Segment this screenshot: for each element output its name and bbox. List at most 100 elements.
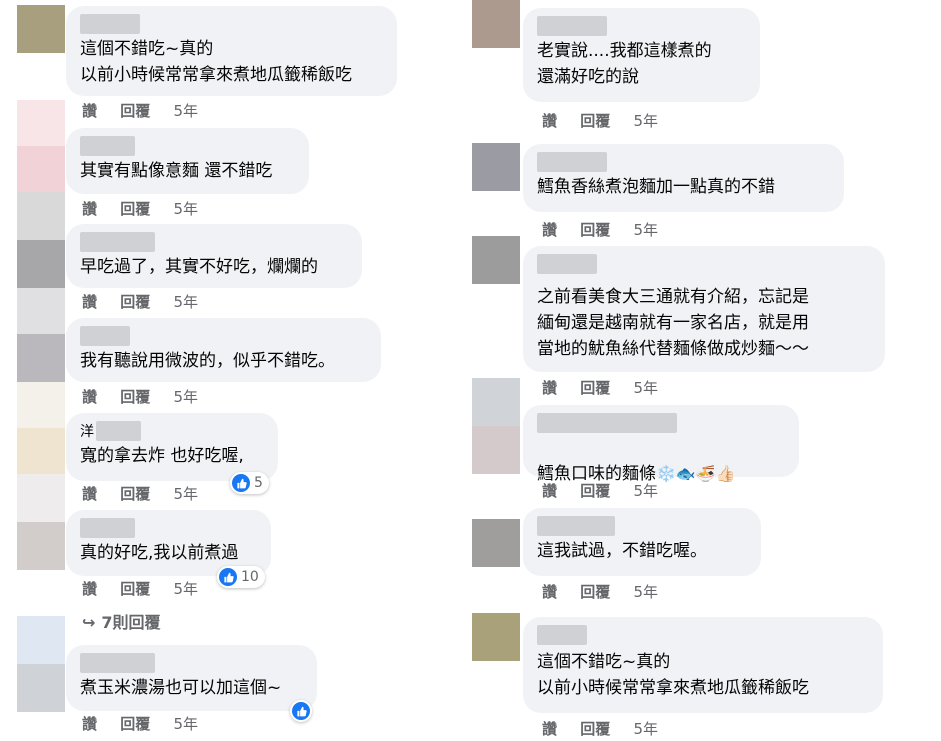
avatar[interactable] — [472, 143, 520, 191]
reply-button[interactable]: 回覆 — [120, 485, 150, 503]
avatar[interactable] — [17, 382, 65, 430]
like-button[interactable]: 讚 — [542, 482, 557, 500]
reply-button[interactable]: 回覆 — [120, 200, 150, 218]
comment-actions: 讚 回覆 5年 — [542, 110, 676, 131]
avatar[interactable] — [472, 0, 520, 48]
timestamp[interactable]: 5年 — [634, 482, 659, 500]
commenter-name[interactable] — [80, 326, 130, 346]
comment-bubble: 其實有點像意麵 還不錯吃 — [66, 128, 309, 194]
avatar[interactable] — [17, 522, 65, 570]
like-button[interactable]: 讚 — [82, 293, 97, 311]
comment-text: 真的好吃,我以前煮過 — [80, 543, 239, 563]
like-button[interactable]: 讚 — [82, 580, 97, 598]
reply-button[interactable]: 回覆 — [120, 293, 150, 311]
avatar[interactable] — [17, 288, 65, 336]
reply-button[interactable]: 回覆 — [120, 715, 150, 733]
like-button[interactable]: 讚 — [542, 583, 557, 601]
reply-button[interactable]: 回覆 — [580, 221, 610, 239]
commenter-name[interactable] — [80, 136, 135, 156]
like-button[interactable]: 讚 — [542, 379, 557, 397]
comment-bubble: 這個不錯吃~真的 以前小時候常常拿來煮地瓜籤稀飯吃 — [66, 6, 397, 96]
like-button[interactable]: 讚 — [82, 485, 97, 503]
commenter-name[interactable] — [537, 152, 607, 172]
comment-actions: 讚 回覆 5年 — [542, 219, 676, 240]
comment-text: 寬的拿去炸 也好吃喔, — [80, 446, 244, 466]
avatar[interactable] — [17, 5, 65, 53]
timestamp[interactable]: 5年 — [174, 102, 199, 120]
avatar[interactable] — [17, 334, 65, 382]
commenter-name[interactable] — [80, 14, 140, 34]
commenter-name[interactable] — [537, 254, 597, 274]
avatar[interactable] — [472, 613, 520, 661]
commenter-name[interactable] — [80, 653, 155, 673]
reply-button[interactable]: 回覆 — [580, 482, 610, 500]
avatar[interactable] — [17, 192, 65, 240]
like-button[interactable]: 讚 — [542, 720, 557, 738]
comment-bubble: 之前看美食大三通就有介紹，忘記是 緬甸還是越南就有一家名店，就是用 當地的魷魚絲… — [523, 246, 885, 372]
comment-bubble: 我有聽說用微波的，似乎不錯吃。 — [66, 318, 381, 382]
avatar[interactable] — [472, 236, 520, 284]
avatar[interactable] — [17, 428, 65, 476]
comment-actions: 讚 回覆 5年 — [542, 581, 676, 602]
comment-bubble: 鱈魚香絲煮泡麵加一點真的不錯 — [523, 144, 844, 212]
timestamp[interactable]: 5年 — [634, 112, 659, 130]
avatar[interactable] — [17, 100, 65, 146]
view-replies-link[interactable]: ↪ 7則回覆 — [82, 609, 161, 633]
comment-actions: 讚 回覆 5年 — [82, 386, 216, 407]
like-button[interactable]: 讚 — [82, 200, 97, 218]
comment-bubble: 早吃過了，其實不好吃，爛爛的 — [66, 224, 362, 288]
reply-button[interactable]: 回覆 — [120, 388, 150, 406]
avatar[interactable] — [17, 146, 65, 192]
avatar[interactable] — [17, 474, 65, 522]
commenter-name[interactable] — [537, 413, 677, 433]
avatar[interactable] — [472, 378, 520, 426]
comment-actions: 讚 回覆 5年 — [82, 713, 216, 734]
commenter-name[interactable] — [537, 16, 607, 36]
reaction-count[interactable]: 5 — [230, 472, 269, 494]
thumbs-up-icon — [219, 568, 237, 586]
avatar[interactable] — [17, 240, 65, 288]
commenter-name[interactable] — [80, 232, 155, 252]
reply-button[interactable]: 回覆 — [580, 112, 610, 130]
commenter-name[interactable] — [537, 625, 587, 645]
avatar[interactable] — [472, 519, 520, 567]
reply-button[interactable]: 回覆 — [580, 583, 610, 601]
timestamp[interactable]: 5年 — [634, 583, 659, 601]
timestamp[interactable]: 5年 — [174, 580, 199, 598]
reply-button[interactable]: 回覆 — [120, 102, 150, 120]
like-button[interactable]: 讚 — [82, 715, 97, 733]
timestamp[interactable]: 5年 — [174, 485, 199, 503]
timestamp[interactable]: 5年 — [174, 293, 199, 311]
timestamp[interactable]: 5年 — [174, 388, 199, 406]
commenter-name[interactable] — [80, 518, 135, 538]
comment-actions: 讚 回覆 5年 — [82, 100, 216, 121]
thumbs-up-icon — [292, 702, 310, 720]
like-button[interactable]: 讚 — [542, 221, 557, 239]
avatar[interactable] — [17, 616, 65, 664]
reaction-count[interactable]: 10 — [217, 566, 265, 588]
reply-arrow-icon: ↪ — [82, 613, 96, 632]
comment-text: 這個不錯吃~真的 以前小時候常常拿來煮地瓜籤稀飯吃 — [80, 39, 352, 85]
timestamp[interactable]: 5年 — [634, 720, 659, 738]
reply-button[interactable]: 回覆 — [580, 720, 610, 738]
comment-actions: 讚 回覆 5年 — [82, 483, 216, 504]
comment-text: 其實有點像意麵 還不錯吃 — [80, 161, 273, 181]
like-button[interactable]: 讚 — [542, 112, 557, 130]
comment-bubble: 這個不錯吃~真的 以前小時候常常拿來煮地瓜籤稀飯吃 — [523, 617, 883, 713]
reaction-count[interactable] — [290, 700, 312, 722]
timestamp[interactable]: 5年 — [174, 715, 199, 733]
avatar[interactable] — [472, 426, 520, 474]
timestamp[interactable]: 5年 — [174, 200, 199, 218]
comment-text: 鱈魚香絲煮泡麵加一點真的不錯 — [537, 177, 775, 197]
timestamp[interactable]: 5年 — [634, 221, 659, 239]
reply-button[interactable]: 回覆 — [120, 580, 150, 598]
commenter-name[interactable] — [537, 516, 615, 536]
like-button[interactable]: 讚 — [82, 102, 97, 120]
right-comment-column: 老實說....我都這樣煮的 還滿好吃的說 讚 回覆 5年 鱈魚香絲煮泡麵加一點真… — [470, 0, 941, 741]
reply-button[interactable]: 回覆 — [580, 379, 610, 397]
comment-text: 之前看美食大三通就有介紹，忘記是 緬甸還是越南就有一家名店，就是用 當地的魷魚絲… — [537, 287, 809, 359]
avatar[interactable] — [17, 664, 65, 712]
commenter-name[interactable]: 洋 — [80, 421, 264, 441]
timestamp[interactable]: 5年 — [634, 379, 659, 397]
like-button[interactable]: 讚 — [82, 388, 97, 406]
